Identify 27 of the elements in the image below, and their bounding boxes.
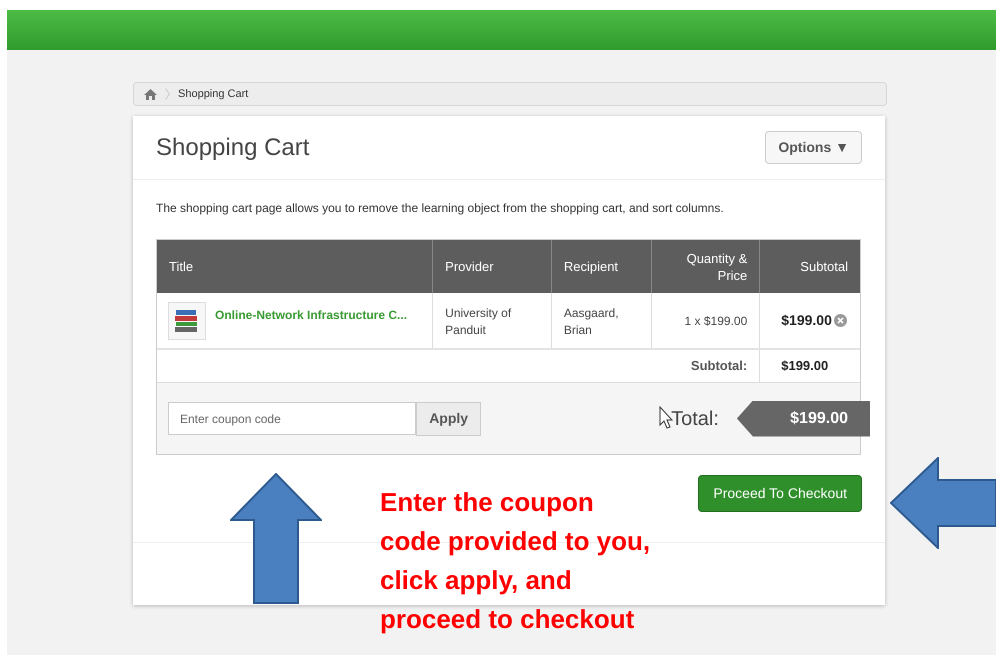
column-header[interactable]: Provider <box>445 256 494 276</box>
breadcrumb-item[interactable]: Shopping Cart <box>178 86 248 102</box>
table-cell-text: 1 x $199.00 <box>684 312 748 330</box>
options-button[interactable]: Options ▼ <box>765 131 862 164</box>
table-cell-text: Aasgaard, Brian <box>564 305 620 339</box>
chevron-icon <box>165 88 170 100</box>
column-header[interactable]: Recipient <box>564 256 618 276</box>
table-cell-text: $199.00 <box>781 311 832 330</box>
subtotal-label: Subtotal: <box>690 357 748 376</box>
books-icon <box>168 302 206 340</box>
page-title: Shopping Cart <box>156 132 310 162</box>
column-header[interactable]: Quantity & Price <box>677 250 748 284</box>
cursor-icon <box>659 406 673 430</box>
total-value-tag: $199.00 <box>736 400 870 436</box>
home-icon[interactable] <box>144 88 157 100</box>
apply-button[interactable]: Apply <box>416 402 482 436</box>
annotation-text: Enter the coupon code provided to you, click apply, and proceed to checkout <box>380 486 650 636</box>
total-label: Total: <box>671 406 719 432</box>
remove-icon[interactable] <box>834 314 847 327</box>
proceed-to-checkout-button[interactable]: Proceed To Checkout <box>698 475 862 512</box>
subtotal-value: $199.00 <box>781 357 828 376</box>
description: The shopping cart page allows you to remove the learning object from the shopping cart, and sort columns. <box>155 200 725 217</box>
column-header[interactable]: Subtotal <box>800 256 848 276</box>
table-cell: University of Panduit <box>445 306 512 337</box>
column-header[interactable]: Title <box>169 256 194 276</box>
course-title-link[interactable]: Online-Network Infrastructure C... <box>215 302 408 324</box>
coupon-code-field[interactable]: Enter coupon code <box>168 402 416 435</box>
